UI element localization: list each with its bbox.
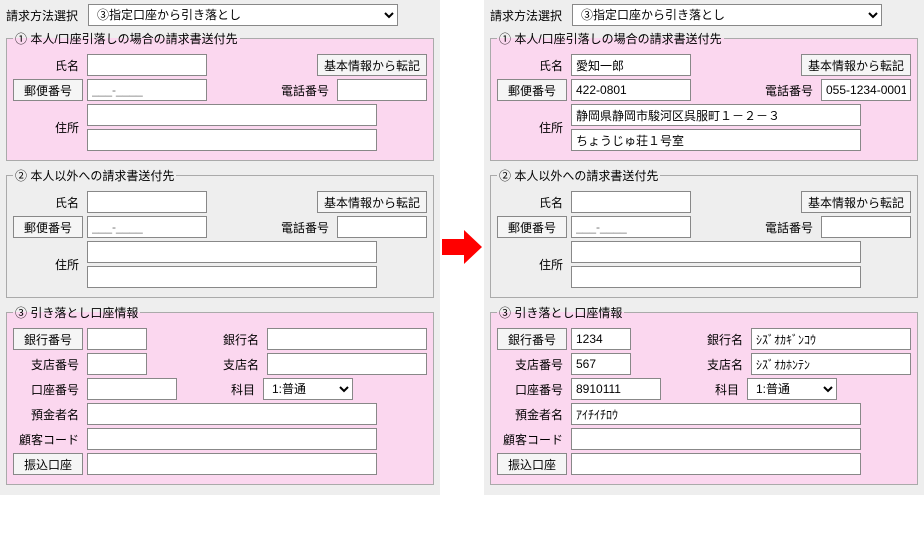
account-no-input-r[interactable]: [571, 378, 661, 400]
address2-line1-input[interactable]: [87, 241, 377, 263]
group-other-recipient: ② 本人以外への請求書送付先 氏名 基本情報から転記 郵便番号 電話番号 住所: [6, 167, 434, 298]
group3-legend: ③ 引き落とし口座情報: [13, 304, 140, 321]
billing-method-select[interactable]: ③指定口座から引き落とし: [88, 4, 398, 26]
address-label: 住所: [13, 119, 83, 136]
name-input-2[interactable]: [87, 191, 207, 213]
bank-no-button[interactable]: 銀行番号: [13, 328, 83, 350]
name-label-r: 氏名: [497, 57, 567, 74]
group-account-info: ③ 引き落とし口座情報 銀行番号 銀行名 支店番号 支店名 口座番号 科目 1:…: [6, 304, 434, 485]
group2-legend-r: ② 本人以外への請求書送付先: [497, 167, 660, 184]
kamoku-select[interactable]: 1:普通: [263, 378, 353, 400]
branch-name-input[interactable]: [267, 353, 427, 375]
phone-input-r[interactable]: [821, 79, 911, 101]
address-line1-input-r[interactable]: [571, 104, 861, 126]
name-label-2r: 氏名: [497, 194, 567, 211]
address-label-2r: 住所: [497, 256, 567, 273]
postal-input[interactable]: [87, 79, 207, 101]
customer-code-input-r[interactable]: [571, 428, 861, 450]
name-input-r[interactable]: [571, 54, 691, 76]
kamoku-label: 科目: [203, 381, 259, 398]
branch-name-input-r[interactable]: [751, 353, 911, 375]
postal-input-2r[interactable]: [571, 216, 691, 238]
branch-name-label: 支店名: [207, 356, 263, 373]
copy-basic-button-2[interactable]: 基本情報から転記: [317, 191, 427, 213]
address2-line1-input-r[interactable]: [571, 241, 861, 263]
address-line2-input-r[interactable]: [571, 129, 861, 151]
bank-no-input-r[interactable]: [571, 328, 631, 350]
group-self-recipient-r: ① 本人/口座引落しの場合の請求書送付先 氏名 基本情報から転記 郵便番号 電話…: [490, 30, 918, 161]
name-label: 氏名: [13, 57, 83, 74]
phone-input-2[interactable]: [337, 216, 427, 238]
address2-line2-input-r[interactable]: [571, 266, 861, 288]
transfer-account-input[interactable]: [87, 453, 377, 475]
address-line2-input[interactable]: [87, 129, 377, 151]
transfer-account-input-r[interactable]: [571, 453, 861, 475]
bank-name-label-r: 銀行名: [691, 331, 747, 348]
bank-name-label: 銀行名: [207, 331, 263, 348]
name-input[interactable]: [87, 54, 207, 76]
phone-label-2: 電話番号: [277, 219, 333, 236]
bank-no-button-r[interactable]: 銀行番号: [497, 328, 567, 350]
postal-button-2r[interactable]: 郵便番号: [497, 216, 567, 238]
postal-button-r[interactable]: 郵便番号: [497, 79, 567, 101]
copy-basic-button-2r[interactable]: 基本情報から転記: [801, 191, 911, 213]
address-line1-input[interactable]: [87, 104, 377, 126]
group-self-recipient: ① 本人/口座引落しの場合の請求書送付先 氏名 基本情報から転記 郵便番号 電話…: [6, 30, 434, 161]
phone-label: 電話番号: [277, 82, 333, 99]
kamoku-select-r[interactable]: 1:普通: [747, 378, 837, 400]
postal-input-r[interactable]: [571, 79, 691, 101]
group1-legend: ① 本人/口座引落しの場合の請求書送付先: [13, 30, 240, 47]
phone-input-2r[interactable]: [821, 216, 911, 238]
customer-code-input[interactable]: [87, 428, 377, 450]
name-input-2r[interactable]: [571, 191, 691, 213]
group2-legend: ② 本人以外への請求書送付先: [13, 167, 176, 184]
group3-legend-r: ③ 引き落とし口座情報: [497, 304, 624, 321]
holder-label: 預金者名: [13, 406, 83, 423]
phone-label-r: 電話番号: [761, 82, 817, 99]
customer-code-label: 顧客コード: [13, 431, 83, 448]
address-label-2: 住所: [13, 256, 83, 273]
account-no-input[interactable]: [87, 378, 177, 400]
group-account-info-r: ③ 引き落とし口座情報 銀行番号 銀行名 支店番号 支店名 口座番号 科目 1:…: [490, 304, 918, 485]
transfer-account-button[interactable]: 振込口座: [13, 453, 83, 475]
billing-method-label: 請求方法選択: [6, 7, 82, 24]
holder-input-r[interactable]: [571, 403, 861, 425]
copy-basic-button-r[interactable]: 基本情報から転記: [801, 54, 911, 76]
account-no-label: 口座番号: [13, 381, 83, 398]
postal-button-2[interactable]: 郵便番号: [13, 216, 83, 238]
account-no-label-r: 口座番号: [497, 381, 567, 398]
name-label-2: 氏名: [13, 194, 83, 211]
bank-name-input[interactable]: [267, 328, 427, 350]
kamoku-label-r: 科目: [687, 381, 743, 398]
branch-name-label-r: 支店名: [691, 356, 747, 373]
postal-input-2[interactable]: [87, 216, 207, 238]
transition-arrow: [440, 0, 484, 264]
copy-basic-button[interactable]: 基本情報から転記: [317, 54, 427, 76]
bank-name-input-r[interactable]: [751, 328, 911, 350]
phone-input[interactable]: [337, 79, 427, 101]
billing-method-select-r[interactable]: ③指定口座から引き落とし: [572, 4, 882, 26]
holder-input[interactable]: [87, 403, 377, 425]
group1-legend-r: ① 本人/口座引落しの場合の請求書送付先: [497, 30, 724, 47]
phone-label-2r: 電話番号: [761, 219, 817, 236]
transfer-account-button-r[interactable]: 振込口座: [497, 453, 567, 475]
panel-after: 請求方法選択 ③指定口座から引き落とし ① 本人/口座引落しの場合の請求書送付先…: [484, 0, 924, 495]
branch-no-input[interactable]: [87, 353, 147, 375]
arrow-right-icon: [442, 230, 482, 264]
address2-line2-input[interactable]: [87, 266, 377, 288]
customer-code-label-r: 顧客コード: [497, 431, 567, 448]
address-label-r: 住所: [497, 119, 567, 136]
group-other-recipient-r: ② 本人以外への請求書送付先 氏名 基本情報から転記 郵便番号 電話番号 住所: [490, 167, 918, 298]
branch-no-input-r[interactable]: [571, 353, 631, 375]
branch-no-label-r: 支店番号: [497, 356, 567, 373]
holder-label-r: 預金者名: [497, 406, 567, 423]
postal-button[interactable]: 郵便番号: [13, 79, 83, 101]
panel-before: 請求方法選択 ③指定口座から引き落とし ① 本人/口座引落しの場合の請求書送付先…: [0, 0, 440, 495]
branch-no-label: 支店番号: [13, 356, 83, 373]
bank-no-input[interactable]: [87, 328, 147, 350]
billing-method-label-r: 請求方法選択: [490, 7, 566, 24]
